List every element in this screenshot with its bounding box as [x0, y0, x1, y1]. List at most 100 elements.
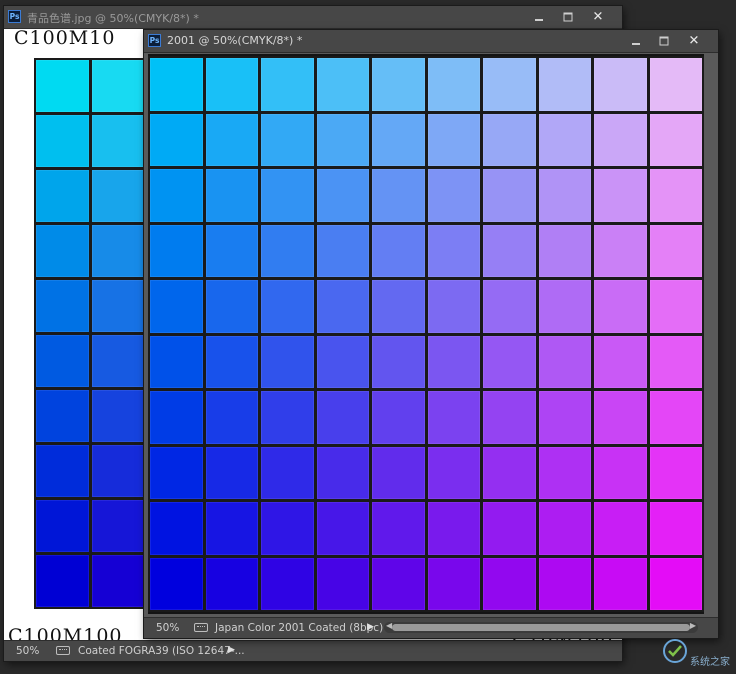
color-swatch: [427, 557, 480, 610]
minimize-icon: [632, 43, 640, 45]
back-minimize-button[interactable]: [525, 9, 553, 25]
scrollbar-thumb[interactable]: [392, 624, 690, 631]
color-swatch: [483, 557, 536, 610]
color-swatch: [91, 280, 145, 332]
color-swatch: [150, 224, 203, 277]
color-swatch: [649, 502, 702, 555]
color-swatch: [205, 391, 258, 444]
color-swatch: [205, 502, 258, 555]
color-swatch: [36, 115, 89, 167]
color-swatch: [538, 446, 591, 499]
front-swatch-grid: [148, 56, 704, 612]
color-swatch: [205, 280, 258, 333]
color-swatch: [483, 113, 536, 166]
color-swatch: [205, 335, 258, 388]
color-swatch: [316, 169, 369, 222]
back-zoom-level[interactable]: 50%: [16, 645, 39, 657]
color-swatch: [316, 335, 369, 388]
back-close-button[interactable]: ✕: [584, 9, 612, 25]
color-swatch: [372, 391, 425, 444]
color-swatch: [372, 446, 425, 499]
color-swatch: [205, 169, 258, 222]
horizontal-scrollbar[interactable]: ◀ ▶: [384, 621, 698, 633]
color-swatch: [36, 555, 89, 607]
close-icon: ✕: [592, 9, 604, 25]
back-window-title: 青品色谱.jpg @ 50%(CMYK/8*) *: [27, 12, 199, 25]
color-swatch: [649, 224, 702, 277]
front-document-window[interactable]: Ps 2001 @ 50%(CMYK/8*) * ✕ 50% Japan Col…: [144, 30, 718, 638]
color-swatch: [205, 113, 258, 166]
photoshop-icon: Ps: [8, 10, 21, 23]
color-swatch: [372, 557, 425, 610]
color-swatch: [649, 391, 702, 444]
color-swatch: [483, 280, 536, 333]
color-swatch: [91, 335, 145, 387]
color-swatch: [36, 280, 89, 332]
color-swatch: [372, 169, 425, 222]
color-swatch: [372, 113, 425, 166]
color-swatch: [538, 169, 591, 222]
back-window-titlebar[interactable]: Ps 青品色谱.jpg @ 50%(CMYK/8*) * ✕: [4, 6, 622, 29]
color-swatch: [261, 391, 314, 444]
color-swatch: [316, 391, 369, 444]
color-swatch: [150, 557, 203, 610]
color-swatch: [538, 391, 591, 444]
color-swatch: [594, 502, 647, 555]
front-zoom-level[interactable]: 50%: [156, 622, 179, 634]
color-swatch: [594, 335, 647, 388]
minimize-icon: [535, 19, 543, 21]
front-close-button[interactable]: ✕: [680, 33, 708, 49]
color-swatch: [205, 446, 258, 499]
color-swatch: [261, 335, 314, 388]
color-swatch: [36, 390, 89, 442]
watermark-text: 系统之家: [690, 657, 730, 668]
color-swatch: [36, 335, 89, 387]
color-swatch: [483, 169, 536, 222]
front-status-menu-arrow[interactable]: ▶: [367, 622, 374, 632]
color-swatch: [150, 280, 203, 333]
color-swatch: [91, 555, 145, 607]
front-maximize-button[interactable]: [650, 33, 678, 49]
color-swatch: [36, 225, 89, 277]
front-window-title: 2001 @ 50%(CMYK/8*) *: [167, 34, 303, 47]
color-swatch: [427, 280, 480, 333]
front-canvas[interactable]: [148, 54, 704, 614]
color-swatch: [483, 58, 536, 111]
color-swatch: [261, 446, 314, 499]
color-swatch: [538, 224, 591, 277]
color-swatch: [427, 169, 480, 222]
color-swatch: [649, 446, 702, 499]
color-swatch: [261, 169, 314, 222]
color-swatch: [91, 390, 145, 442]
color-swatch: [649, 335, 702, 388]
color-swatch: [205, 224, 258, 277]
color-swatch: [649, 113, 702, 166]
maximize-icon: [659, 36, 669, 46]
front-window-titlebar[interactable]: Ps 2001 @ 50%(CMYK/8*) * ✕: [144, 30, 718, 53]
color-swatch: [372, 58, 425, 111]
color-swatch: [36, 170, 89, 222]
color-swatch: [316, 58, 369, 111]
back-maximize-button[interactable]: [554, 9, 582, 25]
back-status-menu-arrow[interactable]: ▶: [228, 645, 235, 655]
color-swatch: [538, 58, 591, 111]
color-swatch: [316, 446, 369, 499]
color-swatch: [316, 280, 369, 333]
color-swatch: [36, 445, 89, 497]
color-swatch: [594, 391, 647, 444]
color-swatch: [316, 224, 369, 277]
color-swatch: [427, 58, 480, 111]
color-swatch: [150, 169, 203, 222]
color-swatch: [91, 60, 145, 112]
color-swatch: [594, 280, 647, 333]
color-swatch: [205, 58, 258, 111]
color-swatch: [538, 335, 591, 388]
color-swatch: [427, 224, 480, 277]
color-swatch: [261, 113, 314, 166]
color-swatch: [594, 557, 647, 610]
color-swatch: [427, 391, 480, 444]
color-swatch: [538, 502, 591, 555]
color-swatch: [36, 60, 89, 112]
scroll-right-icon[interactable]: ▶: [690, 621, 696, 630]
front-minimize-button[interactable]: [622, 33, 650, 49]
